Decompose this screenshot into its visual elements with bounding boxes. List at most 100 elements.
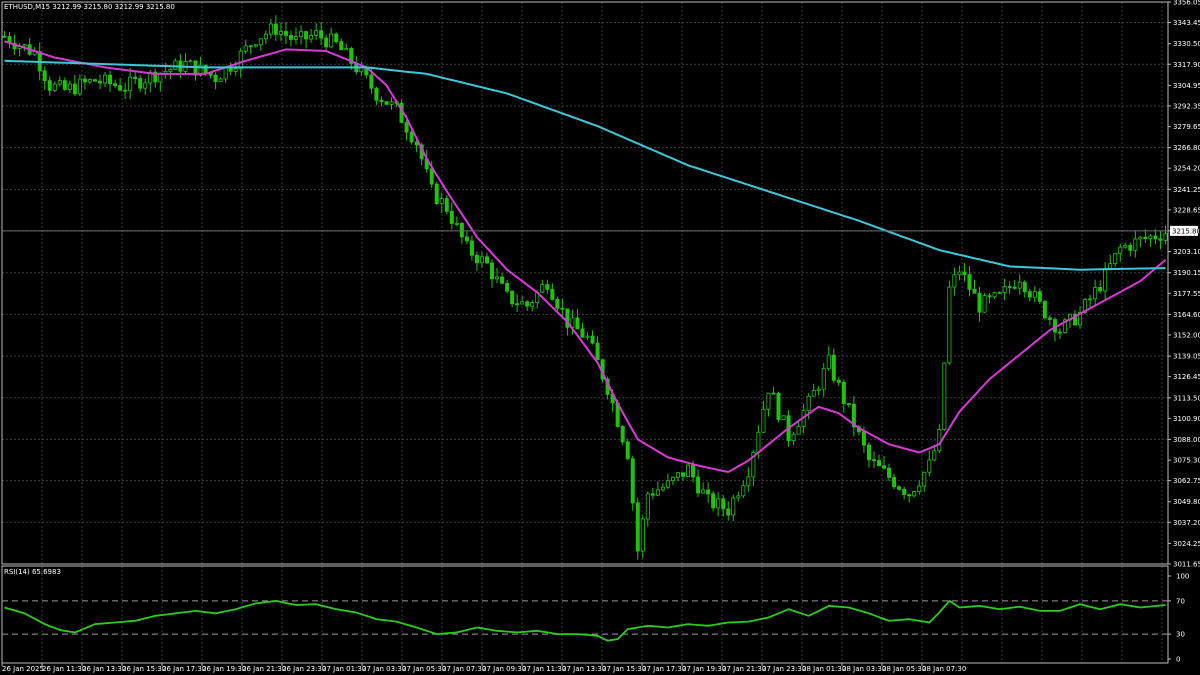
candle-body[interactable]: [841, 381, 846, 404]
candle-body[interactable]: [992, 292, 997, 298]
candle-body[interactable]: [1012, 286, 1017, 289]
candle-body[interactable]: [645, 493, 650, 520]
candle-body[interactable]: [520, 301, 525, 305]
candle-body[interactable]: [288, 34, 293, 40]
candle-body[interactable]: [304, 31, 309, 40]
candle-body[interactable]: [530, 302, 535, 307]
candle-body[interactable]: [188, 60, 193, 63]
candle-body[interactable]: [92, 79, 97, 82]
candle-body[interactable]: [22, 44, 27, 47]
candle-body[interactable]: [640, 518, 645, 552]
candle-body[interactable]: [917, 485, 922, 492]
candle-body[interactable]: [1088, 298, 1093, 301]
candle-body[interactable]: [781, 415, 786, 420]
candle-body[interactable]: [57, 80, 62, 85]
candle-body[interactable]: [1148, 235, 1153, 240]
candle-body[interactable]: [952, 274, 957, 288]
candle-body[interactable]: [1103, 267, 1108, 292]
candle-body[interactable]: [1042, 300, 1047, 319]
candle-body[interactable]: [510, 290, 515, 305]
candle-body[interactable]: [1032, 291, 1037, 298]
candle-body[interactable]: [525, 301, 530, 307]
candle-body[interactable]: [334, 33, 339, 43]
candle-body[interactable]: [821, 368, 826, 390]
candle-body[interactable]: [555, 299, 560, 309]
candle-body[interactable]: [253, 44, 258, 47]
candle-body[interactable]: [912, 491, 917, 497]
candle-body[interactable]: [826, 354, 831, 370]
candle-body[interactable]: [299, 31, 304, 37]
candle-body[interactable]: [650, 493, 655, 496]
candle-body[interactable]: [696, 476, 701, 494]
candle-body[interactable]: [962, 271, 967, 275]
candle-body[interactable]: [113, 83, 118, 86]
candle-body[interactable]: [173, 60, 178, 70]
candle-body[interactable]: [1113, 252, 1118, 264]
candle-body[interactable]: [620, 426, 625, 443]
candle-body[interactable]: [922, 471, 927, 487]
candle-body[interactable]: [128, 76, 133, 92]
candle-body[interactable]: [1138, 236, 1143, 240]
candle-body[interactable]: [248, 45, 253, 48]
candle-body[interactable]: [660, 486, 665, 491]
candle-body[interactable]: [932, 450, 937, 461]
candle-body[interactable]: [409, 131, 414, 143]
candle-body[interactable]: [957, 271, 962, 276]
candle-body[interactable]: [484, 256, 489, 264]
candle-body[interactable]: [479, 256, 484, 264]
candle-body[interactable]: [379, 99, 384, 103]
candle-body[interactable]: [972, 288, 977, 294]
candle-body[interactable]: [761, 408, 766, 433]
candle-body[interactable]: [806, 395, 811, 412]
candle-body[interactable]: [861, 431, 866, 446]
candle-body[interactable]: [42, 70, 47, 82]
candle-body[interactable]: [882, 465, 887, 469]
candle-body[interactable]: [670, 476, 675, 481]
candle-body[interactable]: [138, 78, 143, 89]
candle-body[interactable]: [731, 497, 736, 516]
candle-body[interactable]: [756, 431, 761, 453]
candle-body[interactable]: [243, 45, 248, 52]
candle-body[interactable]: [47, 80, 52, 91]
candle-body[interactable]: [500, 276, 505, 284]
candle-body[interactable]: [72, 83, 77, 95]
candle-body[interactable]: [866, 444, 871, 461]
candle-body[interactable]: [746, 476, 751, 487]
candle-body[interactable]: [595, 342, 600, 361]
candle-body[interactable]: [1163, 233, 1168, 241]
candle-body[interactable]: [655, 489, 660, 496]
candle-body[interactable]: [133, 76, 138, 79]
candle-body[interactable]: [580, 328, 585, 338]
candle-body[interactable]: [429, 168, 434, 185]
candle-body[interactable]: [716, 498, 721, 509]
candle-body[interactable]: [937, 429, 942, 452]
candle-body[interactable]: [314, 30, 319, 36]
candle-body[interactable]: [927, 459, 932, 473]
candle-body[interactable]: [309, 35, 314, 40]
candle-body[interactable]: [997, 292, 1002, 294]
candle-body[interactable]: [233, 68, 238, 72]
candle-body[interactable]: [319, 30, 324, 39]
candle-body[interactable]: [575, 317, 580, 330]
candle-body[interactable]: [273, 23, 278, 35]
candle-body[interactable]: [741, 485, 746, 497]
candle-body[interactable]: [108, 74, 113, 85]
candle-body[interactable]: [1017, 281, 1022, 289]
candle-body[interactable]: [263, 33, 268, 40]
candle-body[interactable]: [1002, 286, 1007, 293]
candle-body[interactable]: [871, 459, 876, 462]
candle-body[interactable]: [625, 441, 630, 460]
candle-body[interactable]: [278, 31, 283, 35]
candle-body[interactable]: [294, 36, 299, 40]
candle-body[interactable]: [831, 354, 836, 381]
candle-body[interactable]: [143, 82, 148, 89]
candle-body[interactable]: [791, 433, 796, 442]
candle-body[interactable]: [384, 101, 389, 105]
candle-body[interactable]: [796, 426, 801, 435]
candle-body[interactable]: [1098, 287, 1103, 292]
candle-body[interactable]: [942, 362, 947, 430]
candle-body[interactable]: [545, 284, 550, 290]
candle-body[interactable]: [444, 198, 449, 212]
candle-body[interactable]: [283, 31, 288, 36]
candle-body[interactable]: [469, 240, 474, 256]
